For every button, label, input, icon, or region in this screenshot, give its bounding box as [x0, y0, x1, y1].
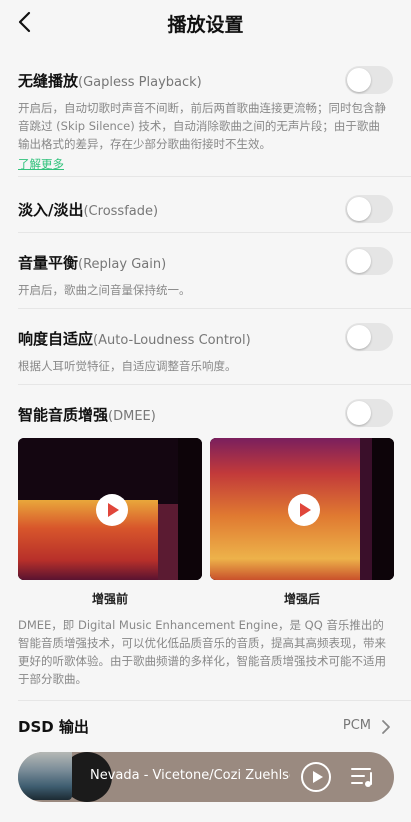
dmee-title-en: (DMEE) — [108, 409, 156, 424]
replay-gain-toggle[interactable] — [345, 247, 393, 275]
play-icon[interactable] — [300, 761, 332, 793]
divider — [18, 176, 411, 177]
divider — [18, 384, 411, 385]
gapless-section: 无缝播放(Gapless Playback) 开启后，自动切歌时声音不间断，前后… — [18, 70, 393, 172]
dmee-section: 智能音质增强(DMEE) — [18, 404, 393, 425]
toggle-knob — [347, 325, 371, 349]
gapless-title-en: (Gapless Playback) — [78, 75, 202, 90]
dsd-output-row[interactable]: DSD 输出 PCM — [18, 716, 393, 740]
toggle-knob — [347, 197, 371, 221]
loudness-description: 根据人耳听觉特征，自适应调整音乐响度。 — [18, 359, 237, 373]
crossfade-toggle[interactable] — [345, 195, 393, 223]
dsd-title: DSD 输出 — [18, 718, 89, 736]
loudness-title: 响度自适应 — [18, 330, 94, 348]
toggle-knob — [347, 249, 371, 273]
learn-more-link[interactable]: 了解更多 — [18, 156, 64, 172]
dmee-toggle[interactable] — [345, 399, 393, 427]
header: 播放设置 — [0, 0, 411, 46]
replay-gain-section: 音量平衡(Replay Gain) 开启后，歌曲之间音量保持统一。 — [18, 252, 393, 299]
divider — [18, 232, 411, 233]
spectrogram-before — [18, 438, 202, 580]
toggle-knob — [347, 401, 371, 425]
crossfade-title: 淡入/淡出 — [18, 201, 84, 219]
play-before-button[interactable] — [96, 494, 128, 526]
loudness-toggle[interactable] — [345, 323, 393, 351]
chevron-right-icon — [382, 720, 390, 734]
dmee-description-block: DMEE，即 Digital Music Enhancement Engine，… — [18, 616, 393, 688]
dsd-value: PCM — [342, 718, 371, 733]
gapless-title: 无缝播放 — [18, 72, 79, 90]
play-after-button[interactable] — [288, 494, 320, 526]
loudness-title-en: (Auto-Loudness Control) — [93, 333, 251, 348]
spectrogram-after — [210, 438, 394, 580]
divider — [18, 308, 411, 309]
playlist-icon[interactable] — [350, 765, 376, 789]
mini-player[interactable]: Nevada - Vicetone/Cozi Zuehlsdorff — [18, 752, 394, 802]
loudness-section: 响度自适应(Auto-Loudness Control) 根据人耳听觉特征，自适… — [18, 328, 393, 375]
replay-gain-title: 音量平衡 — [18, 254, 79, 272]
toggle-knob — [347, 68, 371, 92]
gapless-toggle[interactable] — [345, 66, 393, 94]
replay-gain-title-en: (Replay Gain) — [78, 257, 167, 272]
now-playing-text: Nevada - Vicetone/Cozi Zuehlsdorff — [90, 768, 290, 783]
album-cover[interactable] — [18, 752, 72, 800]
crossfade-title-en: (Crossfade) — [83, 204, 159, 219]
after-label: 增强后 — [283, 592, 320, 606]
before-label: 增强前 — [91, 592, 128, 606]
dmee-title: 智能音质增强 — [18, 406, 109, 424]
page-title: 播放设置 — [167, 14, 244, 36]
gapless-description: 开启后，自动切歌时声音不间断，前后两首歌曲连接更流畅；同时包含静音跳过 (Ski… — [18, 101, 386, 151]
dmee-description: DMEE，即 Digital Music Enhancement Engine，… — [18, 618, 386, 686]
divider — [18, 700, 411, 701]
replay-gain-description: 开启后，歌曲之间音量保持统一。 — [18, 283, 191, 297]
crossfade-section: 淡入/淡出(Crossfade) — [18, 199, 393, 220]
